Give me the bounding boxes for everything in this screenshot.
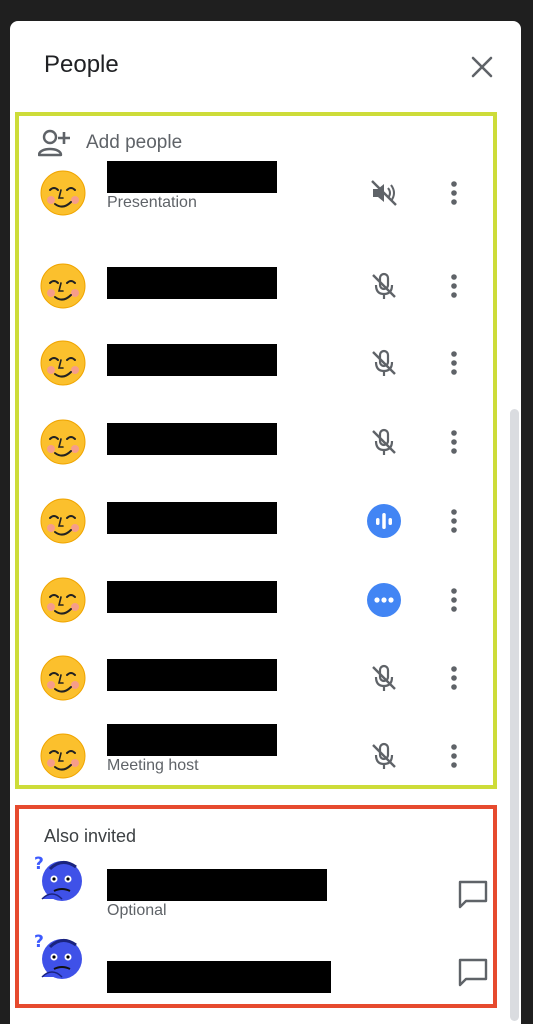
mic-off-icon[interactable] [366,268,402,304]
mic-off-icon[interactable] [366,660,402,696]
participant-row[interactable] [30,407,500,477]
smiling-face-icon [38,261,88,311]
smiling-face-icon [38,496,88,546]
mic-off-icon[interactable] [366,424,402,460]
more-options-icon[interactable] [442,424,466,460]
more-options-icon[interactable] [442,582,466,618]
invitee-name-redacted [107,869,327,901]
smiling-face-icon [38,731,88,781]
participant-row[interactable] [30,643,500,713]
scrollbar[interactable] [510,409,519,1021]
more-options-icon[interactable] [442,268,466,304]
panel-title: People [44,51,119,78]
chat-icon[interactable] [456,957,490,989]
participant-name-redacted [107,344,277,376]
invitee-row[interactable]: ? Optional [30,845,500,919]
more-options-icon[interactable] [442,175,466,211]
close-icon[interactable] [466,51,498,83]
more-dots-icon[interactable] [366,582,402,618]
participant-name-redacted [107,502,277,534]
participant-name-redacted [107,659,277,691]
people-panel: People Add people Presentation Meeting h… [10,21,521,1024]
smiling-face-icon [38,575,88,625]
more-options-icon[interactable] [442,660,466,696]
smiling-face-icon [38,417,88,467]
participant-subtitle: Meeting host [107,757,199,774]
add-person-icon [38,129,70,157]
more-options-icon[interactable] [442,345,466,381]
more-options-icon[interactable] [442,738,466,774]
speaking-icon[interactable] [366,503,402,539]
mic-off-icon[interactable] [366,738,402,774]
svg-text:?: ? [34,932,44,952]
invitee-row[interactable]: ? [30,923,500,993]
mic-off-icon[interactable] [366,345,402,381]
add-people-label: Add people [86,132,183,153]
participant-name-redacted [107,724,277,756]
participant-subtitle: Presentation [107,194,197,211]
more-options-icon[interactable] [442,503,466,539]
participant-name-redacted [107,161,277,193]
participant-name-redacted [107,581,277,613]
participant-row[interactable] [30,328,500,398]
smiling-face-icon [38,168,88,218]
invitee-name-redacted [107,961,331,993]
also-invited-heading: Also invited [44,826,137,846]
thinking-face-icon: ? [32,853,82,903]
participant-row[interactable]: Presentation [30,158,500,228]
speaker-muted-icon[interactable] [366,175,402,211]
add-people-button[interactable]: Add people [38,125,182,161]
participant-name-redacted [107,423,277,455]
svg-text:?: ? [34,854,44,874]
participant-row[interactable]: Meeting host [30,721,500,791]
participant-row[interactable] [30,565,500,635]
chat-icon[interactable] [456,879,490,911]
participant-name-redacted [107,267,277,299]
invitee-subtitle: Optional [107,902,167,919]
smiling-face-icon [38,653,88,703]
thinking-face-icon: ? [32,931,82,981]
smiling-face-icon [38,338,88,388]
participant-row[interactable] [30,251,500,321]
participant-row[interactable] [30,486,500,556]
